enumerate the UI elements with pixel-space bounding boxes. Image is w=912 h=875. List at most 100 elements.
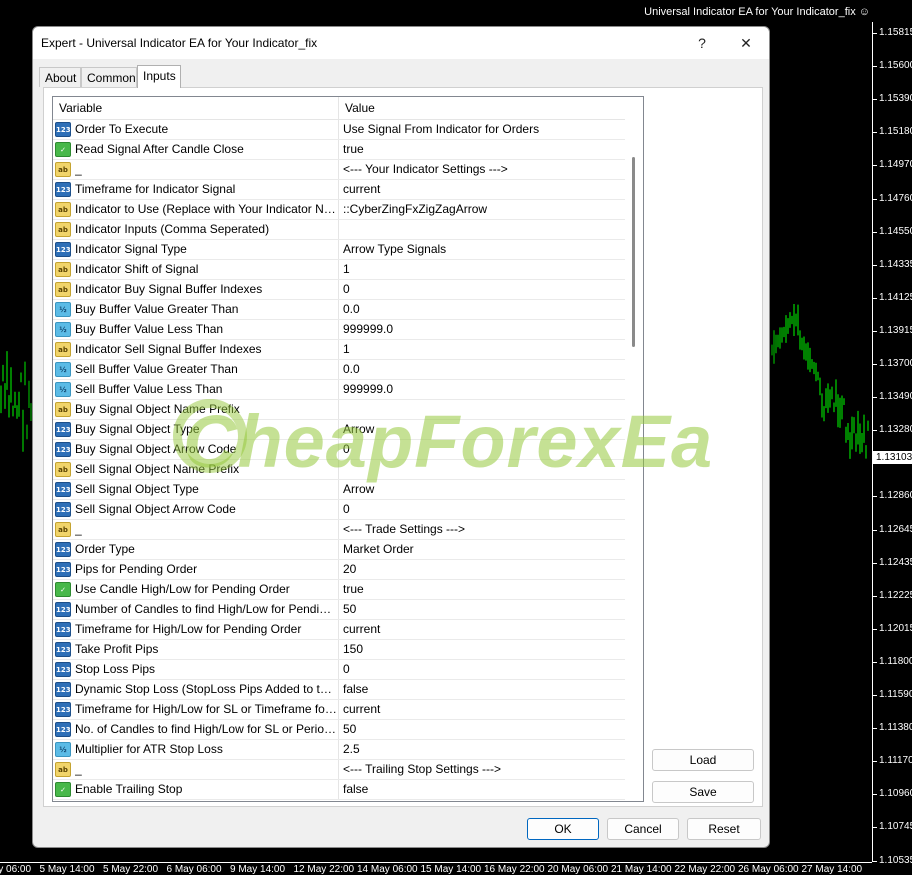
input-row[interactable]: ab Indicator Shift of Signal 1 (53, 260, 625, 280)
help-button[interactable]: ? (687, 31, 717, 55)
input-row[interactable]: 123 Buy Signal Object Type Arrow (53, 420, 625, 440)
column-divider (338, 440, 339, 459)
column-header-variable[interactable]: Variable (53, 97, 337, 119)
price-tick-label: 1.11800 (872, 656, 912, 667)
type-bool-icon: ✓ (55, 782, 71, 797)
input-row[interactable]: 123 Sell Signal Object Arrow Code 0 (53, 500, 625, 520)
input-row[interactable]: 123 No. of Candles to find High/Low for S… (53, 720, 625, 740)
input-row[interactable]: 123 Timeframe for High/Low for Pending Or… (53, 620, 625, 640)
input-row[interactable]: ½ Buy Buffer Value Greater Than 0.0 (53, 300, 625, 320)
input-value[interactable]: false (343, 680, 623, 699)
input-value[interactable]: 1 (343, 340, 623, 359)
scrollbar-thumb[interactable] (632, 157, 635, 347)
input-value[interactable]: Arrow Type Signals (343, 240, 623, 259)
input-value[interactable]: 0 (343, 280, 623, 299)
input-value[interactable]: <--- Trailing Stop Settings ---> (343, 760, 623, 779)
current-price-marker: 1.13103 (873, 451, 912, 464)
input-row[interactable]: 123 Indicator Signal Type Arrow Type Signa… (53, 240, 625, 260)
type-str-icon: ab (55, 222, 71, 237)
input-row[interactable]: 123 Order To Execute Use Signal From Indic… (53, 120, 625, 140)
input-value[interactable]: 20 (343, 560, 623, 579)
input-value[interactable]: true (343, 140, 623, 159)
input-value[interactable]: 999999.0 (343, 380, 623, 399)
input-value[interactable]: Arrow (343, 480, 623, 499)
input-value[interactable]: 0.0 (343, 300, 623, 319)
vertical-scrollbar[interactable] (625, 97, 643, 801)
input-value[interactable]: 999999.0 (343, 320, 623, 339)
input-value[interactable]: 50 (343, 720, 623, 739)
input-value[interactable]: 1 (343, 260, 623, 279)
input-value[interactable]: current (343, 700, 623, 719)
time-tick-label: 9 May 14:00 (230, 864, 286, 875)
input-row[interactable]: ab Indicator Inputs (Comma Seperated) (53, 220, 625, 240)
input-row[interactable]: 123 Sell Signal Object Type Arrow (53, 480, 625, 500)
input-value[interactable]: 0 (343, 500, 623, 519)
input-value[interactable]: 0.0 (343, 360, 623, 379)
input-row[interactable]: 123 Buy Signal Object Arrow Code 0 (53, 440, 625, 460)
input-value[interactable]: <--- Your Indicator Settings ---> (343, 160, 623, 179)
input-row[interactable]: ✓ Use Candle High/Low for Pending Order tr… (53, 580, 625, 600)
input-variable-name: Stop Loss Pips (75, 662, 156, 676)
input-value[interactable]: true (343, 580, 623, 599)
cancel-button[interactable]: Cancel (607, 818, 679, 840)
input-value[interactable]: 0 (343, 440, 623, 459)
column-divider (338, 540, 339, 559)
column-header-value[interactable]: Value (338, 97, 625, 119)
input-row[interactable]: 123 Stop Loss Pips 0 (53, 660, 625, 680)
input-row[interactable]: 123 Order Type Market Order (53, 540, 625, 560)
input-row[interactable]: 123 Take Profit Pips 150 (53, 640, 625, 660)
input-value[interactable]: 50 (343, 600, 623, 619)
input-value[interactable]: 0 (343, 660, 623, 679)
input-value[interactable] (343, 220, 623, 239)
input-row[interactable]: ab Indicator Buy Signal Buffer Indexes 0 (53, 280, 625, 300)
input-row[interactable]: 123 Timeframe for Indicator Signal current (53, 180, 625, 200)
reset-button[interactable]: Reset (687, 818, 761, 840)
price-tick-label: 1.10535 (872, 855, 912, 866)
input-value[interactable]: 150 (343, 640, 623, 659)
input-value[interactable]: Market Order (343, 540, 623, 559)
input-row[interactable]: 123 Number of Candles to find High/Low fo… (53, 600, 625, 620)
input-row[interactable]: 123 Dynamic Stop Loss (StopLoss Pips Adde… (53, 680, 625, 700)
load-button[interactable]: Load (652, 749, 754, 771)
input-row[interactable]: ab Indicator Sell Signal Buffer Indexes 1 (53, 340, 625, 360)
dialog-titlebar[interactable]: Expert - Universal Indicator EA for Your… (33, 27, 769, 59)
input-value[interactable]: false (343, 780, 623, 799)
tab-common[interactable]: Common (81, 67, 137, 87)
save-button[interactable]: Save (652, 781, 754, 803)
input-row[interactable]: ✓ Enable Trailing Stop false (53, 780, 625, 800)
time-tick-label: 21 May 14:00 (611, 864, 672, 875)
input-row[interactable]: ½ Sell Buffer Value Less Than 999999.0 (53, 380, 625, 400)
tab-about[interactable]: About (39, 67, 81, 87)
input-value[interactable]: Arrow (343, 420, 623, 439)
input-row[interactable]: ½ Sell Buffer Value Greater Than 0.0 (53, 360, 625, 380)
input-row[interactable]: 123 Pips for Pending Order 20 (53, 560, 625, 580)
input-row[interactable]: ab Indicator to Use (Replace with Your In… (53, 200, 625, 220)
close-button[interactable]: ✕ (731, 31, 761, 55)
input-value[interactable] (343, 400, 623, 419)
tab-inputs[interactable]: Inputs (137, 65, 181, 88)
type-int-icon: 123 (55, 722, 71, 737)
input-value[interactable]: current (343, 620, 623, 639)
input-value[interactable]: Use Signal From Indicator for Orders (343, 120, 623, 139)
input-value[interactable]: <--- Trade Settings ---> (343, 520, 623, 539)
price-tick-label: 1.15815 (872, 27, 912, 38)
input-variable-name: Indicator Inputs (Comma Seperated) (75, 222, 270, 236)
column-divider (338, 240, 339, 259)
input-row[interactable]: ab _ <--- Your Indicator Settings ---> (53, 160, 625, 180)
ok-button[interactable]: OK (527, 818, 599, 840)
input-value[interactable]: current (343, 180, 623, 199)
price-tick-label: 1.14125 (872, 292, 912, 303)
input-value[interactable] (343, 460, 623, 479)
input-row[interactable]: ab Buy Signal Object Name Prefix (53, 400, 625, 420)
input-row[interactable]: ½ Buy Buffer Value Less Than 999999.0 (53, 320, 625, 340)
price-tick-label: 1.15390 (872, 93, 912, 104)
input-row[interactable]: ab _ <--- Trailing Stop Settings ---> (53, 760, 625, 780)
input-row[interactable]: 123 Timeframe for High/Low for SL or Time… (53, 700, 625, 720)
input-row[interactable]: ½ Multiplier for ATR Stop Loss 2.5 (53, 740, 625, 760)
input-row[interactable]: ab Sell Signal Object Name Prefix (53, 460, 625, 480)
input-row[interactable]: ab _ <--- Trade Settings ---> (53, 520, 625, 540)
input-row[interactable]: ✓ Read Signal After Candle Close true (53, 140, 625, 160)
input-value[interactable]: 2.5 (343, 740, 623, 759)
column-divider (338, 400, 339, 419)
input-value[interactable]: ::CyberZingFxZigZagArrow (343, 200, 623, 219)
